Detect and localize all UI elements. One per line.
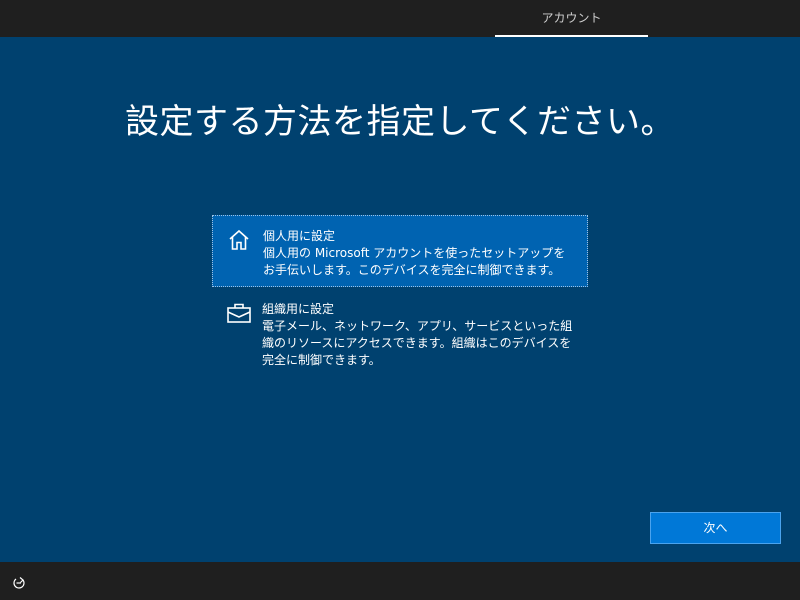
main-panel: 設定する方法を指定してください。 個人用に設定 個人用の Microsoft ア… bbox=[0, 37, 800, 562]
option-personal-title: 個人用に設定 bbox=[263, 229, 336, 243]
top-bar: アカウント bbox=[0, 0, 800, 37]
option-personal-setup[interactable]: 個人用に設定 個人用の Microsoft アカウントを使ったセットアップをお手… bbox=[212, 215, 588, 287]
bottom-bar bbox=[0, 562, 800, 600]
briefcase-icon bbox=[226, 301, 251, 325]
option-organization-description: 電子メール、ネットワーク、アプリ、サービスといった組織のリソースにアクセスできま… bbox=[262, 319, 573, 367]
option-organization-setup[interactable]: 組織用に設定 電子メール、ネットワーク、アプリ、サービスといった組織のリソースに… bbox=[212, 289, 588, 373]
accessibility-icon[interactable] bbox=[12, 575, 26, 589]
page-title: 設定する方法を指定してください。 bbox=[125, 102, 675, 142]
home-icon bbox=[227, 228, 251, 252]
option-organization-title: 組織用に設定 bbox=[262, 302, 335, 316]
tab-account: アカウント bbox=[495, 0, 648, 37]
option-personal-description: 個人用の Microsoft アカウントを使ったセットアップをお手伝いします。こ… bbox=[263, 246, 566, 277]
next-button[interactable]: 次へ bbox=[650, 512, 781, 544]
